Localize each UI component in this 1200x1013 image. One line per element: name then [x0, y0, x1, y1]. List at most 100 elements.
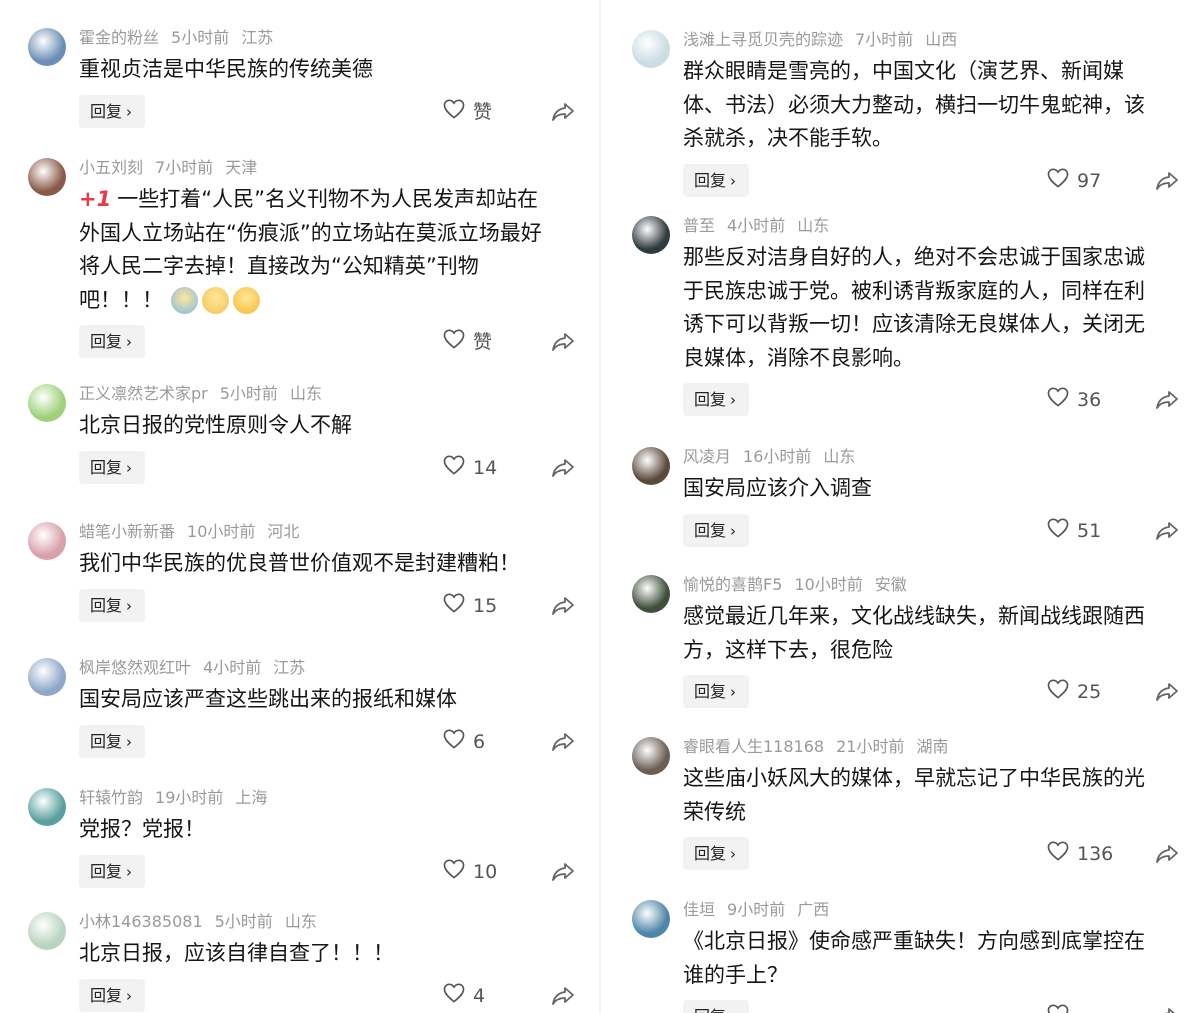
reply-button[interactable]: 回复› [79, 724, 145, 758]
username[interactable]: 普至 [683, 216, 715, 235]
share-icon[interactable] [551, 457, 575, 479]
heart-icon [443, 859, 465, 885]
share-icon[interactable] [1155, 681, 1179, 703]
share-icon[interactable] [551, 101, 575, 123]
user-avatar[interactable] [632, 900, 670, 938]
reply-button[interactable]: 回复› [79, 588, 145, 622]
reply-button[interactable]: 回复› [79, 978, 145, 1012]
like-button[interactable]: 14 [443, 455, 497, 481]
user-avatar[interactable] [28, 912, 66, 950]
reply-button[interactable]: 回复› [683, 383, 749, 416]
share-icon[interactable] [1155, 843, 1179, 865]
reply-button[interactable]: 回复› [79, 94, 145, 128]
like-button[interactable]: 51 [1047, 518, 1101, 544]
reply-label: 回复 [694, 520, 727, 540]
like-button[interactable]: 97 [1047, 168, 1101, 194]
heart-icon [1047, 841, 1069, 867]
user-avatar[interactable] [632, 575, 670, 613]
username[interactable]: 愉悦的喜鹊F5 [683, 575, 782, 594]
like-button[interactable]: 10 [443, 859, 497, 885]
comment-text-line: 吧！！！ [79, 284, 542, 318]
reply-button[interactable]: 回复› [683, 163, 749, 197]
column-divider [599, 0, 601, 1013]
like-count: 25 [1077, 681, 1102, 703]
share-icon[interactable] [551, 985, 575, 1007]
like-count: 97 [1077, 169, 1102, 192]
username[interactable]: 霍金的粉丝 [79, 28, 159, 47]
reply-label: 回复 [90, 861, 123, 881]
comment-text-line: 北京日报的党性原则令人不解 [79, 409, 352, 443]
share-icon[interactable] [1155, 170, 1179, 192]
timestamp: 7小时前 [155, 158, 214, 177]
like-button[interactable]: 赞 [443, 99, 492, 125]
username[interactable]: 小五刘刻 [79, 158, 143, 177]
like-button[interactable] [1047, 1004, 1069, 1013]
user-avatar[interactable] [28, 522, 66, 560]
user-avatar[interactable] [28, 384, 66, 422]
reply-button[interactable]: 回复› [79, 854, 145, 888]
reply-button[interactable]: 回复› [683, 837, 749, 870]
user-avatar[interactable] [28, 788, 66, 826]
username[interactable]: 轩辕竹韵 [79, 788, 143, 807]
user-avatar[interactable] [28, 658, 66, 696]
like-button[interactable]: 4 [443, 983, 485, 1009]
share-icon[interactable] [1155, 520, 1179, 542]
like-button[interactable]: 25 [1047, 679, 1101, 705]
reply-button[interactable]: 回复› [79, 450, 145, 484]
heart-icon [443, 729, 465, 755]
comment-meta: 蜡笔小新新番 10小时前 河北 [79, 522, 311, 542]
comment-text: 《北京日报》使命感严重缺失！方向感到底掌控在 谁的手上？ [683, 925, 1145, 992]
chevron-right-icon: › [730, 171, 737, 190]
like-count: 15 [473, 594, 498, 617]
heart-icon [443, 329, 465, 355]
username[interactable]: 蜡笔小新新番 [79, 522, 175, 541]
user-avatar[interactable] [632, 447, 670, 485]
reply-label: 回复 [90, 332, 123, 351]
share-icon[interactable] [551, 331, 575, 353]
like-button[interactable]: 15 [443, 593, 497, 619]
like-button[interactable]: 赞 [443, 329, 492, 355]
comment-text-line: 诱下可以背叛一切！应该清除无良媒体人，关闭无 [683, 308, 1145, 342]
user-avatar[interactable] [632, 216, 670, 254]
username[interactable]: 佳垣 [683, 900, 715, 919]
comment-text-line: 《北京日报》使命感严重缺失！方向感到底掌控在 [683, 925, 1145, 959]
like-button[interactable]: 136 [1047, 841, 1113, 867]
chevron-right-icon: › [126, 986, 133, 1005]
like-button[interactable]: 36 [1047, 387, 1101, 413]
chevron-right-icon: › [730, 1008, 736, 1013]
like-button[interactable]: 6 [443, 729, 485, 755]
heart-icon [1047, 1004, 1069, 1013]
comment-text-segment: 良媒体，消除不良影响。 [683, 345, 914, 370]
comment-item: 正义凛然艺术家pr 5小时前 山东 北京日报的党性原则令人不解 回复 › 14 [0, 384, 596, 514]
heart-icon [1047, 518, 1069, 544]
reply-button[interactable]: 回复› [683, 513, 749, 547]
share-icon[interactable] [1155, 389, 1179, 411]
share-icon[interactable] [551, 595, 575, 617]
user-avatar[interactable] [632, 737, 670, 775]
comment-text-segment: 外国人立场站在“伤痕派”的立场站在莫派立场最好 [79, 220, 542, 245]
reply-label: 回复 [90, 985, 123, 1005]
username[interactable]: 睿眼看人生118168 [683, 737, 824, 756]
comment-meta: 睿眼看人生118168 21小时前 湖南 [683, 737, 960, 757]
username[interactable]: 浅滩上寻觅贝壳的踪迹 [683, 30, 843, 49]
username[interactable]: 正义凛然艺术家pr [79, 384, 208, 403]
timestamp: 16小时前 [743, 447, 812, 466]
share-icon[interactable] [551, 731, 575, 753]
comment-item: 睿眼看人生118168 21小时前 湖南 这些庙小妖风大的媒体，早就忘记了中华民族的光… [604, 737, 1200, 870]
reply-button[interactable]: 回复› [683, 675, 749, 708]
comment-item: 枫岸悠然观红叶 4小时前 江苏 国安局应该严查这些跳出来的报纸和媒体 回复 › 6 [0, 658, 596, 788]
user-avatar[interactable] [28, 158, 66, 196]
share-icon[interactable] [551, 861, 575, 883]
user-avatar[interactable] [632, 30, 670, 68]
comment-text-segment: 于民族忠诚于党。被利诱背叛家庭的人，同样在利 [683, 278, 1145, 303]
share-icon[interactable] [1155, 1006, 1179, 1013]
username[interactable]: 风凌月 [683, 447, 731, 466]
comment-text: 北京日报，应该自律自查了！！！ [79, 937, 394, 971]
reply-button[interactable]: 回复› [79, 325, 145, 358]
reply-label: 回复 [694, 844, 727, 863]
timestamp: 10小时前 [187, 522, 256, 541]
username[interactable]: 小林146385081 [79, 912, 203, 931]
reply-button[interactable]: 回复› [683, 1000, 749, 1013]
user-avatar[interactable] [28, 28, 66, 66]
username[interactable]: 枫岸悠然观红叶 [79, 658, 191, 677]
